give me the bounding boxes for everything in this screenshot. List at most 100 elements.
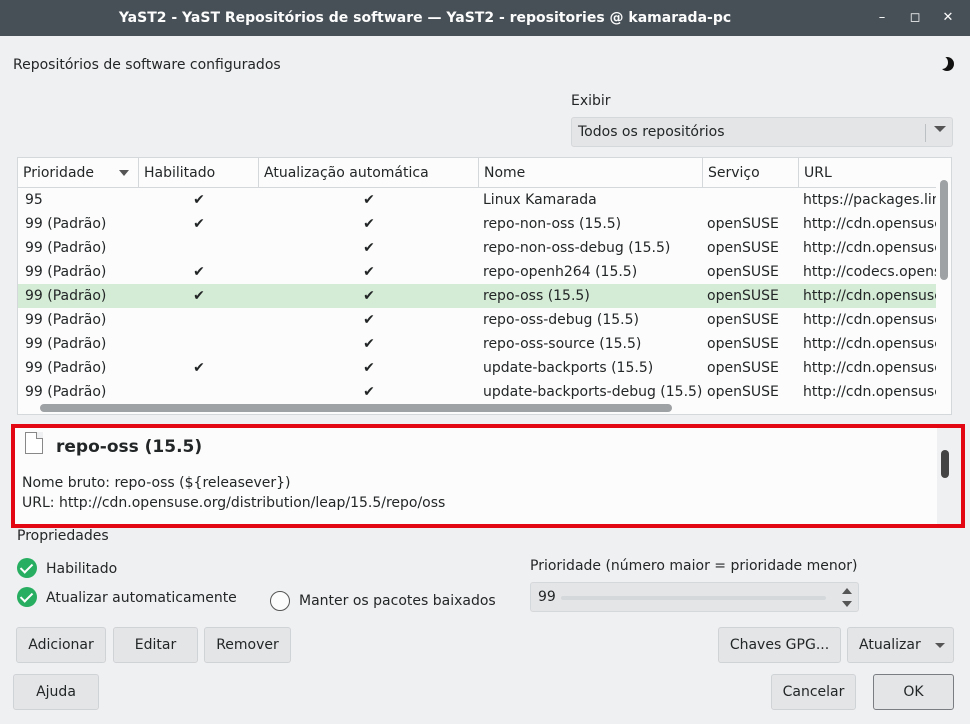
vertical-scrollbar[interactable] xyxy=(936,158,951,400)
cell-priority: 99 (Padrão) xyxy=(25,360,107,376)
cell-url: http://cdn.opensuse.org/ xyxy=(803,240,936,256)
cell-url: http://codecs.opensuse.org/ xyxy=(803,264,936,280)
cell-enabled: ✔ xyxy=(193,264,205,280)
column-header-service[interactable]: Serviço xyxy=(703,158,799,188)
ok-button[interactable]: OK xyxy=(873,674,954,710)
keep-packages-label[interactable]: Manter os pacotes baixados xyxy=(299,593,496,609)
cell-url: http://cdn.opensuse.org/ xyxy=(803,336,936,352)
cell-enabled xyxy=(139,236,259,260)
table-row[interactable]: 95 ✔ ✔ Linux Kamarada https://packages.linux… xyxy=(18,188,936,212)
detail-scrollbar[interactable] xyxy=(937,428,961,524)
enabled-label[interactable]: Habilitado xyxy=(46,561,117,577)
cell-autorefresh: ✔ xyxy=(363,360,375,376)
cell-autorefresh: ✔ xyxy=(363,312,375,328)
cell-autorefresh: ✔ xyxy=(363,336,375,352)
priority-spinbox[interactable]: 99 xyxy=(530,582,859,612)
table-row[interactable]: 99 (Padrão) ✔ ✔ repo-openh264 (15.5) openSUS… xyxy=(18,260,936,284)
cell-url: https://packages.linuxkamarada.com/ xyxy=(803,192,936,208)
column-header-name[interactable]: Nome xyxy=(479,158,703,188)
document-icon xyxy=(25,432,43,454)
cell-service: openSUSE xyxy=(707,360,779,376)
scrollbar-thumb[interactable] xyxy=(40,404,672,412)
cell-enabled xyxy=(139,332,259,356)
cell-enabled: ✔ xyxy=(193,216,205,232)
column-header-autorefresh[interactable]: Atualização automática xyxy=(259,158,479,188)
cell-service: openSUSE xyxy=(707,288,779,304)
close-button[interactable]: ✕ xyxy=(938,8,958,28)
table-header: Prioridade Habilitado Atualização automá… xyxy=(18,158,936,188)
filter-combobox[interactable]: Todos os repositórios xyxy=(571,117,953,147)
window-title: YaST2 - YaST Repositórios de software — … xyxy=(118,10,732,26)
cell-name: repo-openh264 (15.5) xyxy=(483,264,638,280)
enabled-checkbox[interactable] xyxy=(17,558,37,578)
cell-name: repo-non-oss (15.5) xyxy=(483,216,622,232)
cell-service: openSUSE xyxy=(707,240,779,256)
cell-enabled: ✔ xyxy=(193,360,205,376)
column-header-url[interactable]: URL xyxy=(799,158,936,188)
spin-track xyxy=(561,596,826,600)
detail-repo-name: repo-oss (15.5) xyxy=(56,437,203,457)
cell-service: openSUSE xyxy=(707,264,779,280)
cell-priority: 99 (Padrão) xyxy=(25,240,107,256)
table-row[interactable]: 99 (Padrão) ✔ ✔ repo-oss (15.5) openSUSE http… xyxy=(18,284,936,308)
cell-service: openSUSE xyxy=(707,312,779,328)
cell-priority: 99 (Padrão) xyxy=(25,216,107,232)
horizontal-scrollbar[interactable] xyxy=(18,400,936,414)
refresh-button[interactable]: Atualizar xyxy=(847,627,954,663)
cell-service: openSUSE xyxy=(707,336,779,352)
column-header-enabled[interactable]: Habilitado xyxy=(139,158,259,188)
sort-down-icon xyxy=(119,170,129,176)
cell-name: repo-oss (15.5) xyxy=(483,288,590,304)
cell-autorefresh: ✔ xyxy=(363,264,375,280)
cell-enabled: ✔ xyxy=(193,192,205,208)
minimize-button[interactable]: – xyxy=(872,8,892,28)
chevron-up-icon[interactable] xyxy=(842,588,852,594)
table-row[interactable]: 99 (Padrão) ✔ ✔ repo-non-oss (15.5) openSUSE… xyxy=(18,212,936,236)
cell-autorefresh: ✔ xyxy=(363,216,375,232)
table-row[interactable]: 99 (Padrão) ✔ repo-oss-debug (15.5) openSUS… xyxy=(18,308,936,332)
cell-priority: 99 (Padrão) xyxy=(25,336,107,352)
remove-button[interactable]: Remover xyxy=(204,627,291,663)
cell-name: repo-oss-source (15.5) xyxy=(483,336,642,352)
chevron-down-icon xyxy=(934,126,946,132)
edit-button[interactable]: Editar xyxy=(113,627,198,663)
keep-packages-checkbox[interactable] xyxy=(270,591,290,611)
cell-priority: 99 (Padrão) xyxy=(25,312,107,328)
cell-autorefresh: ✔ xyxy=(363,192,375,208)
cell-url: http://cdn.opensuse.org/ xyxy=(803,360,936,376)
cell-service: openSUSE xyxy=(707,216,779,232)
cell-url: http://cdn.opensuse.org/ xyxy=(803,216,936,232)
detail-raw-name: Nome bruto: repo-oss (${releasever}) xyxy=(22,475,291,491)
cell-priority: 95 xyxy=(25,192,43,208)
gpg-keys-button[interactable]: Chaves GPG... xyxy=(718,627,841,663)
cell-name: repo-non-oss-debug (15.5) xyxy=(483,240,671,256)
page-title: Repositórios de software configurados xyxy=(13,57,281,73)
filter-value: Todos os repositórios xyxy=(578,124,725,140)
cancel-button[interactable]: Cancelar xyxy=(771,674,856,710)
help-button[interactable]: Ajuda xyxy=(13,674,99,710)
refresh-button-label: Atualizar xyxy=(859,637,921,653)
cell-service xyxy=(702,188,799,212)
maximize-button[interactable]: ◻ xyxy=(905,8,925,28)
scrollbar-thumb[interactable] xyxy=(940,180,948,280)
detail-url: URL: http://cdn.opensuse.org/distributio… xyxy=(22,495,446,511)
repositories-table[interactable]: Prioridade Habilitado Atualização automá… xyxy=(17,157,952,415)
autorefresh-checkbox[interactable] xyxy=(17,587,37,607)
filter-label: Exibir xyxy=(571,93,611,109)
table-row[interactable]: 99 (Padrão) ✔ repo-oss-source (15.5) openSU… xyxy=(18,332,936,356)
priority-label: Prioridade (número maior = prioridade me… xyxy=(530,558,858,574)
combo-separator xyxy=(925,124,926,142)
add-button[interactable]: Adicionar xyxy=(16,627,106,663)
cell-enabled xyxy=(139,308,259,332)
cell-name: update-backports (15.5) xyxy=(483,360,654,376)
priority-value: 99 xyxy=(538,589,556,605)
table-row[interactable]: 99 (Padrão) ✔ ✔ update-backports (15.5) open… xyxy=(18,356,936,380)
autorefresh-label[interactable]: Atualizar automaticamente xyxy=(46,590,237,606)
cell-name: Linux Kamarada xyxy=(483,192,597,208)
cell-url: http://cdn.opensuse.org/ xyxy=(803,288,936,304)
chevron-down-icon xyxy=(935,643,945,648)
table-row[interactable]: 99 (Padrão) ✔ repo-non-oss-debug (15.5) ope… xyxy=(18,236,936,260)
cell-priority: 99 (Padrão) xyxy=(25,264,107,280)
scrollbar-thumb[interactable] xyxy=(941,450,949,478)
chevron-down-icon[interactable] xyxy=(842,601,852,607)
